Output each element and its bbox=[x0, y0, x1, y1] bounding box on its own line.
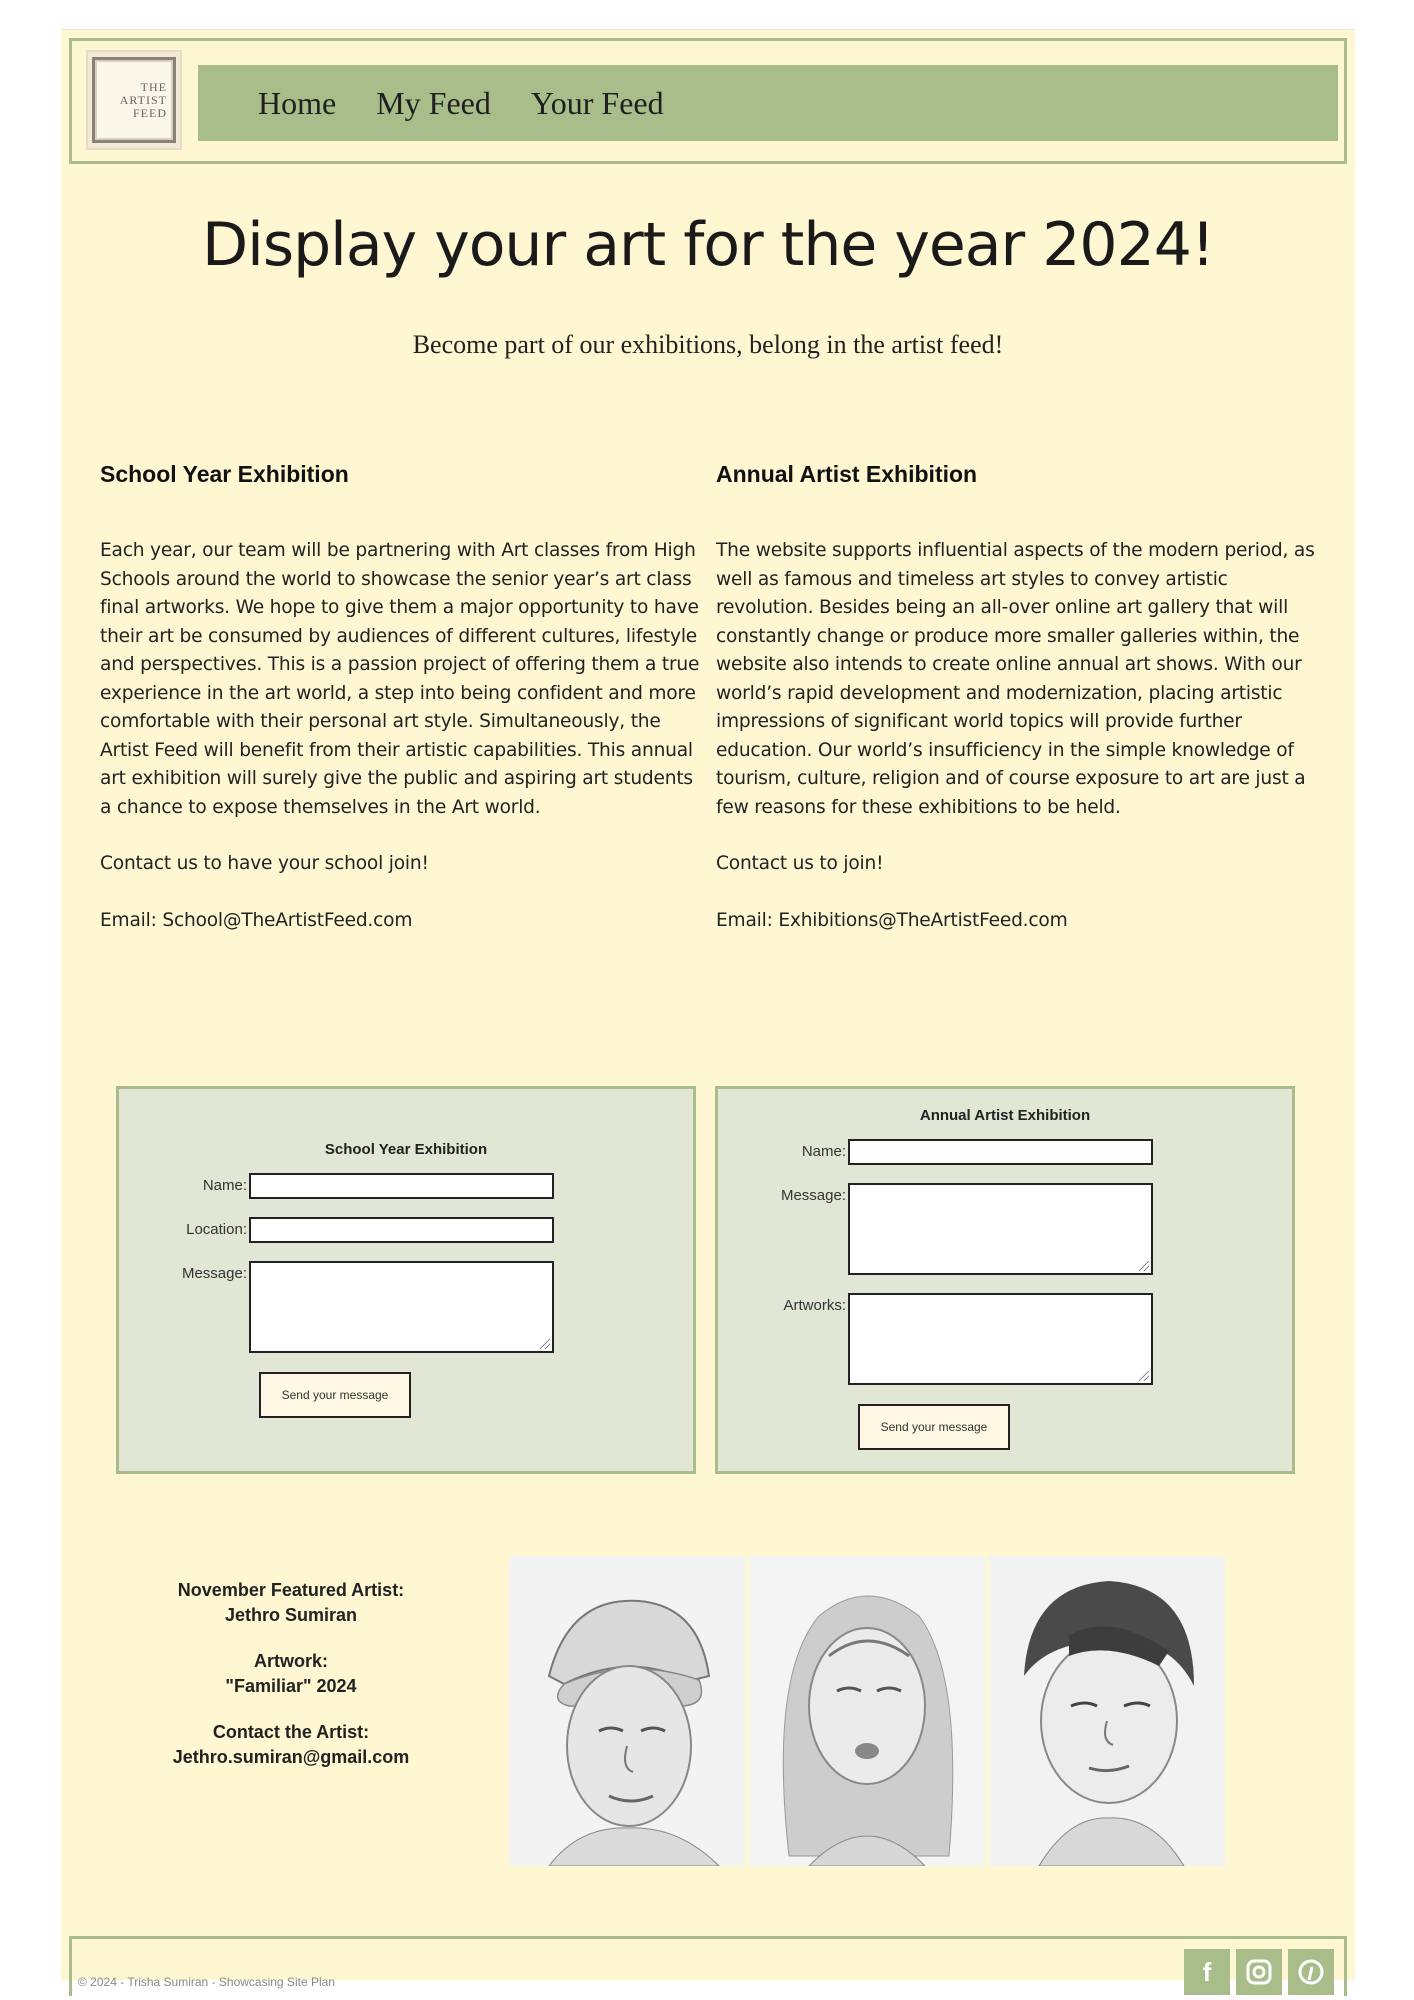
nav-my-feed[interactable]: My Feed bbox=[376, 85, 491, 122]
logo-line-1: THE bbox=[140, 79, 167, 94]
featured-artist-name: Jethro Sumiran bbox=[224, 1605, 358, 1625]
school-location-input[interactable] bbox=[249, 1217, 554, 1243]
artwork-title: "Familiar" 2024 bbox=[225, 1676, 357, 1696]
school-form-title: School Year Exhibition bbox=[324, 1141, 488, 1158]
annual-name-row: Name: bbox=[728, 1139, 1153, 1165]
school-location-row: Location: bbox=[129, 1217, 554, 1243]
school-name-input[interactable] bbox=[249, 1173, 554, 1199]
nav-home[interactable]: Home bbox=[258, 85, 336, 122]
annual-artworks-textarea[interactable] bbox=[848, 1293, 1153, 1385]
annual-message-row: Message: bbox=[728, 1183, 1153, 1275]
artist-email: Jethro.sumiran@gmail.com bbox=[172, 1747, 410, 1767]
artwork-portrait-boy-cap bbox=[509, 1556, 745, 1866]
artwork-portrait-girl bbox=[749, 1556, 985, 1866]
pinterest-icon[interactable] bbox=[1288, 1949, 1334, 1995]
page-title: Display your art for the year 2024! bbox=[201, 210, 1215, 280]
page: THE ARTIST FEED Home My Feed Your Feed D… bbox=[61, 30, 1355, 1996]
school-email: Email: School@TheArtistFeed.com bbox=[100, 909, 413, 931]
annual-form-title: Annual Artist Exhibition bbox=[919, 1107, 1091, 1124]
annual-contact-text: Contact us to join! bbox=[716, 853, 884, 874]
annual-send-button[interactable]: Send your message bbox=[858, 1404, 1010, 1450]
annual-artworks-row: Artworks: bbox=[728, 1293, 1153, 1385]
artwork-label: Artwork: bbox=[253, 1651, 328, 1671]
featured-artist-info: November Featured Artist: Jethro Sumiran… bbox=[141, 1578, 441, 1770]
social-links: f bbox=[1178, 1949, 1334, 1995]
site-header: THE ARTIST FEED Home My Feed Your Feed bbox=[69, 38, 1347, 164]
school-exhibition-form: School Year Exhibition Name: Location: M… bbox=[116, 1086, 696, 1474]
logo-mark: THE ARTIST FEED bbox=[92, 57, 176, 143]
logo-line-3: FEED bbox=[133, 105, 167, 120]
school-message-textarea[interactable] bbox=[249, 1261, 554, 1353]
school-location-label: Location: bbox=[186, 1221, 247, 1238]
instagram-icon[interactable] bbox=[1236, 1949, 1282, 1995]
annual-name-label: Name: bbox=[801, 1143, 846, 1160]
school-send-button[interactable]: Send your message bbox=[259, 1372, 411, 1418]
main-nav: Home My Feed Your Feed bbox=[198, 65, 1338, 141]
school-contact-text: Contact us to have your school join! bbox=[100, 853, 429, 874]
annual-exhibition-body: The website supports influential aspects… bbox=[716, 540, 1315, 818]
school-exhibition-heading: School Year Exhibition bbox=[100, 461, 349, 487]
site-footer: © 2024 - Trisha Sumiran - Showcasing Sit… bbox=[69, 1936, 1347, 1996]
annual-message-label: Message: bbox=[780, 1187, 846, 1204]
nav-your-feed[interactable]: Your Feed bbox=[531, 85, 664, 122]
footer-copyright: © 2024 - Trisha Sumiran - Showcasing Sit… bbox=[78, 1975, 335, 1989]
featured-label: November Featured Artist: bbox=[177, 1580, 405, 1600]
annual-message-textarea[interactable] bbox=[848, 1183, 1153, 1275]
featured-artwork-gallery bbox=[509, 1556, 1229, 1866]
school-exhibition-section: School Year Exhibition Each year, our te… bbox=[100, 455, 700, 963]
school-exhibition-body: Each year, our team will be partnering w… bbox=[100, 540, 700, 818]
school-message-label: Message: bbox=[181, 1265, 247, 1282]
contact-artist-label: Contact the Artist: bbox=[212, 1722, 370, 1742]
annual-exhibition-form: Annual Artist Exhibition Name: Message: … bbox=[715, 1086, 1295, 1474]
school-name-label: Name: bbox=[202, 1177, 247, 1194]
site-logo[interactable]: THE ARTIST FEED bbox=[86, 50, 182, 150]
annual-email: Email: Exhibitions@TheArtistFeed.com bbox=[716, 909, 1068, 931]
artwork-portrait-boy bbox=[989, 1556, 1225, 1866]
annual-exhibition-section: Annual Artist Exhibition The website sup… bbox=[716, 455, 1316, 963]
facebook-icon[interactable]: f bbox=[1184, 1949, 1230, 1995]
page-subtitle: Become part of our exhibitions, belong i… bbox=[412, 330, 1004, 359]
annual-artworks-label: Artworks: bbox=[783, 1297, 846, 1314]
annual-name-input[interactable] bbox=[848, 1139, 1153, 1165]
school-message-row: Message: bbox=[129, 1261, 554, 1353]
school-name-row: Name: bbox=[129, 1173, 554, 1199]
annual-exhibition-heading: Annual Artist Exhibition bbox=[716, 461, 978, 487]
logo-line-2: ARTIST bbox=[119, 92, 167, 107]
